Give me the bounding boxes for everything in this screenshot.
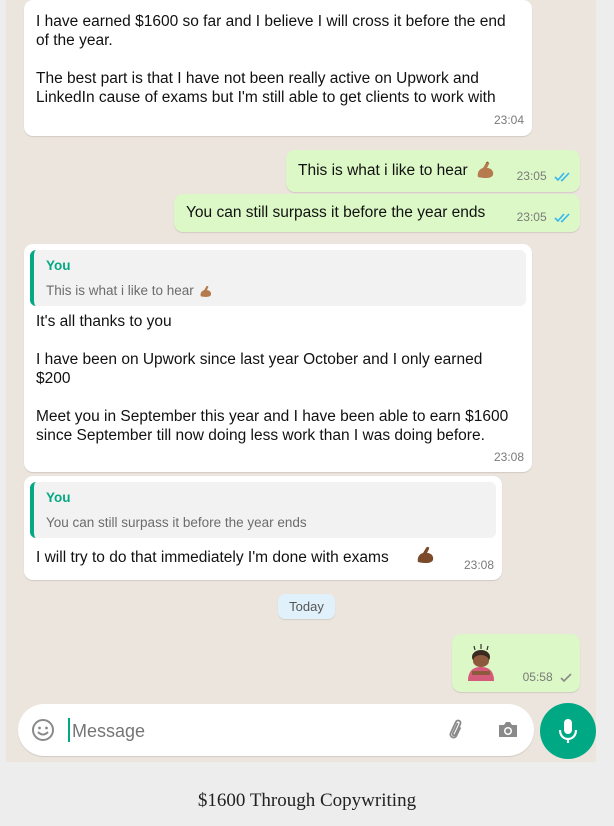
quote-text-content: This is what i like to hear	[46, 283, 194, 298]
quoted-message[interactable]: You You can still surpass it before the …	[30, 482, 496, 538]
message-time: 05:58	[523, 668, 572, 687]
quote-author: You	[46, 490, 71, 505]
flexed-biceps-icon	[414, 544, 436, 571]
message-composer	[18, 704, 534, 756]
message-text: I have earned $1600 so far and I believe…	[36, 13, 506, 49]
message-text: Meet you in September this year and I ha…	[36, 408, 509, 444]
camera-icon[interactable]	[496, 718, 520, 747]
message-time: 23:05	[517, 167, 572, 186]
quote-text: This is what i like to hear	[46, 281, 213, 300]
message-text: This is what i like to hear	[298, 162, 468, 179]
message-text: I have been on Upwork since last year Oc…	[36, 351, 483, 387]
bowing-person-emoji-icon	[464, 643, 498, 688]
chat-window: I have earned $1600 so far and I believe…	[6, 0, 596, 762]
message-text: You can still surpass it before the year…	[186, 204, 486, 221]
outgoing-message[interactable]: This is what i like to hear 23:05	[286, 150, 580, 192]
incoming-reply-message[interactable]: You This is what i like to hear It's all…	[24, 244, 532, 472]
date-separator: Today	[278, 594, 335, 619]
message-time-text: 05:58	[522, 670, 553, 684]
incoming-reply-message[interactable]: You You can still surpass it before the …	[24, 476, 502, 580]
microphone-icon	[557, 717, 579, 750]
image-caption: $1600 Through Copywriting	[197, 790, 417, 811]
message-time-text: 23:05	[516, 210, 547, 224]
read-receipt-icon	[554, 172, 570, 182]
flexed-biceps-icon	[474, 159, 496, 186]
message-text: I will try to do that immediately I'm do…	[36, 549, 389, 566]
voice-record-button[interactable]	[540, 703, 596, 759]
attach-icon[interactable]	[444, 718, 468, 747]
quote-text: You can still surpass it before the year…	[46, 515, 307, 530]
quoted-message[interactable]: You This is what i like to hear	[30, 250, 526, 306]
message-text: The best part is that I have not been re…	[36, 70, 496, 106]
quote-author: You	[46, 258, 71, 273]
message-input[interactable]	[70, 714, 434, 748]
read-receipt-icon	[554, 213, 570, 223]
message-time: 23:08	[493, 450, 524, 464]
message-time: 23:08	[463, 558, 494, 572]
incoming-message[interactable]: I have earned $1600 so far and I believe…	[24, 0, 532, 136]
message-text: It's all thanks to you	[36, 313, 172, 330]
outgoing-message[interactable]: You can still surpass it before the year…	[174, 194, 580, 232]
message-time: 23:04	[493, 113, 524, 127]
flexed-biceps-icon	[200, 285, 211, 297]
sent-tick-icon	[560, 673, 572, 683]
message-time: 23:05	[517, 208, 572, 227]
outgoing-message[interactable]: 05:58	[452, 634, 580, 692]
message-time-text: 23:05	[516, 169, 547, 183]
emoji-icon[interactable]	[31, 718, 55, 747]
